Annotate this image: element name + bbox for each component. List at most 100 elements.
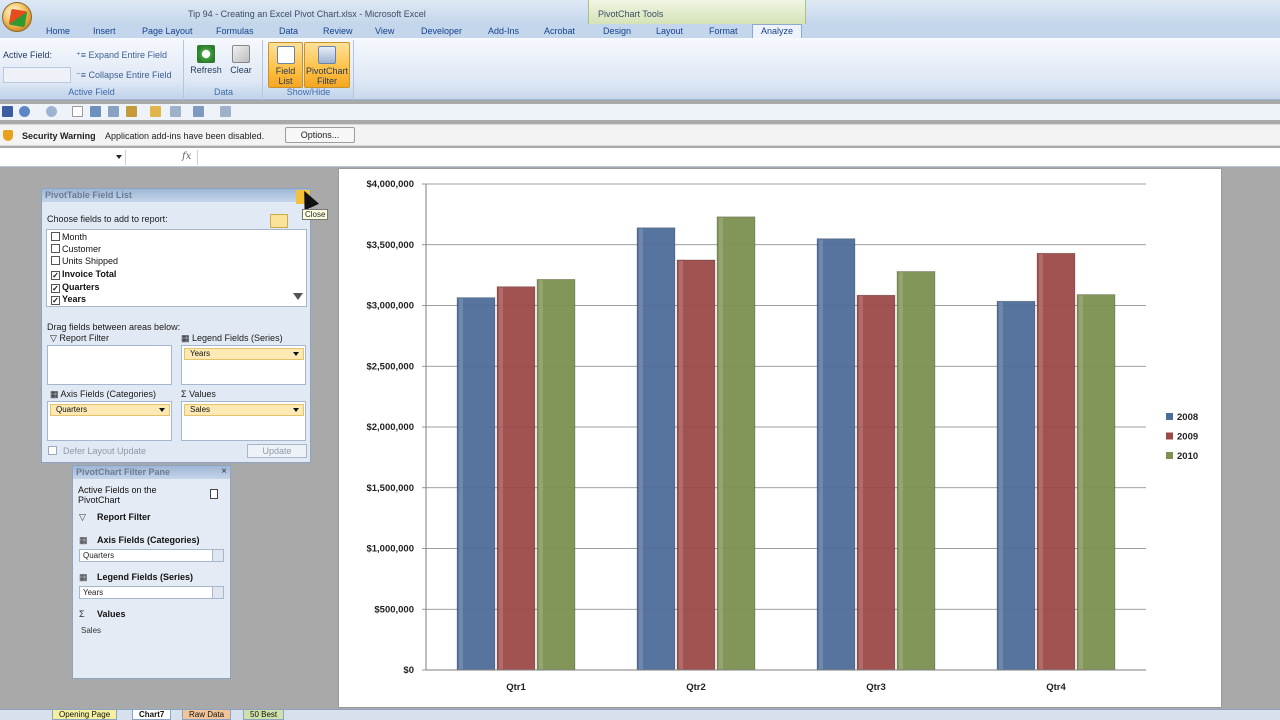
office-button[interactable] <box>2 2 32 32</box>
function-icon[interactable]: fx <box>182 151 191 162</box>
name-box[interactable] <box>0 150 126 165</box>
checkbox-checked[interactable]: ✓ <box>51 271 60 280</box>
new-icon[interactable] <box>72 106 83 117</box>
field-item-month[interactable]: Month <box>51 231 87 243</box>
field-item-label: Month <box>62 232 88 242</box>
tab-format[interactable]: Format <box>709 26 738 36</box>
checkbox[interactable] <box>51 232 60 241</box>
tab-data[interactable]: Data <box>279 26 298 36</box>
pivot-chart[interactable]: $0 $500,000 $1,000,000 $1,500,000 $2,000,000… <box>338 168 1222 708</box>
axis-fields-dropdown[interactable]: Quarters <box>79 549 224 562</box>
expand-entire-field-button[interactable]: ⁺≡ Expand Entire Field <box>76 50 167 61</box>
bar-highlight <box>459 298 463 669</box>
checkbox-checked[interactable]: ✓ <box>51 284 60 293</box>
y-tick-label: $0 <box>403 665 414 676</box>
tab-home[interactable]: Home <box>46 26 70 36</box>
table-icon: ▦ <box>181 333 193 343</box>
spelling-icon[interactable] <box>90 106 101 117</box>
format-icon[interactable] <box>193 106 204 117</box>
close-icon[interactable]: × <box>221 466 227 477</box>
shield-icon <box>3 130 13 141</box>
filter-icon: ▽ <box>79 512 86 522</box>
fp-axis-fields-label: Axis Fields (Categories) <box>97 535 200 545</box>
x-tick-label: Qtr1 <box>506 682 526 693</box>
context-tools-title: PivotChart Tools <box>598 9 664 19</box>
axis-field-item[interactable]: Quarters <box>50 404 170 416</box>
fp-legend-fields-header: ▦ Legend Fields (Series) <box>79 572 193 583</box>
expand-icon: ⁺≡ <box>76 50 89 60</box>
report-filter-area[interactable] <box>47 345 172 385</box>
options-button[interactable]: Options... <box>285 127 355 143</box>
tab-layout[interactable]: Layout <box>656 26 683 36</box>
pin-icon[interactable] <box>210 489 218 499</box>
field-list-button[interactable]: Field List <box>268 42 303 88</box>
values-area[interactable]: Sales <box>181 401 306 441</box>
save-icon[interactable] <box>2 106 13 117</box>
collapse-entire-field-button[interactable]: ⁻≡ Collapse Entire Field <box>76 70 172 81</box>
refresh-button[interactable]: Refresh <box>188 42 224 86</box>
tab-view[interactable]: View <box>375 26 394 36</box>
open-icon[interactable] <box>150 106 161 117</box>
values-field-item[interactable]: Sales <box>184 404 304 416</box>
bar-highlight <box>1079 295 1083 669</box>
tab-formulas[interactable]: Formulas <box>216 26 254 36</box>
refresh-icon <box>197 45 215 63</box>
legend-swatch-2010 <box>1166 452 1173 459</box>
redo-icon[interactable] <box>46 106 57 117</box>
y-tick-label: $3,000,000 <box>366 301 414 312</box>
sheet-tab-50-best[interactable]: 50 Best <box>243 710 285 720</box>
tab-design[interactable]: Design <box>603 26 631 36</box>
tab-developer[interactable]: Developer <box>421 26 462 36</box>
sort-icon[interactable] <box>108 106 119 117</box>
field-item-invoice-total[interactable]: ✓ Invoice Total <box>51 268 116 280</box>
sheet-tab-chart7[interactable]: Chart7 <box>132 710 172 720</box>
filter-icon[interactable] <box>293 293 303 300</box>
print-preview-icon[interactable] <box>126 106 137 117</box>
field-list-layout-button[interactable] <box>270 214 288 228</box>
y-tick-label: $3,500,000 <box>366 240 414 251</box>
list-icon[interactable] <box>170 106 181 117</box>
tab-insert[interactable]: Insert <box>93 26 116 36</box>
group-active-field-label: Active Field <box>0 87 183 98</box>
legend-field-item[interactable]: Years <box>184 348 304 360</box>
defer-layout-update[interactable]: Defer Layout Update <box>48 446 146 456</box>
axis-fields-area[interactable]: Quarters <box>47 401 172 441</box>
chevron-down-icon[interactable] <box>212 550 223 561</box>
checkbox[interactable] <box>51 256 60 265</box>
legend-fields-area[interactable]: Years <box>181 345 306 385</box>
pivotchart-filter-button[interactable]: PivotChart Filter <box>304 42 350 88</box>
active-fields-label: Active Fields on the PivotChart <box>78 485 157 505</box>
sigma-icon: Σ <box>181 389 190 399</box>
legend-fields-dropdown[interactable]: Years <box>79 586 224 599</box>
y-tick-label: $1,500,000 <box>366 483 414 494</box>
clear-button[interactable]: Clear <box>225 42 257 86</box>
sheet-tab-opening-page[interactable]: Opening Page <box>52 710 118 720</box>
field-item-units-shipped[interactable]: Units Shipped <box>51 255 118 267</box>
fp-values-item: Sales <box>81 626 102 635</box>
customize-icon[interactable] <box>220 106 231 117</box>
checkbox-checked[interactable]: ✓ <box>51 296 60 305</box>
field-list-title: PivotTable Field List <box>45 190 132 200</box>
close-tooltip: Close <box>302 209 329 220</box>
tab-acrobat[interactable]: Acrobat <box>544 26 575 36</box>
checkbox[interactable] <box>51 244 60 253</box>
update-button[interactable]: Update <box>247 444 307 458</box>
tab-analyze[interactable]: Analyze <box>752 24 803 39</box>
sheet-tab-raw-data[interactable]: Raw Data <box>182 710 232 720</box>
tab-add-ins[interactable]: Add-Ins <box>488 26 519 36</box>
group-show-hide-label: Show/Hide <box>264 87 353 98</box>
field-item-customer[interactable]: Customer <box>51 243 101 255</box>
field-item-years[interactable]: ✓ Years <box>51 293 86 305</box>
refresh-label: Refresh <box>190 65 222 75</box>
tab-page-layout[interactable]: Page Layout <box>142 26 193 36</box>
filter-icon[interactable] <box>212 587 223 598</box>
values-field-label: Sales <box>190 405 211 414</box>
formula-input[interactable] <box>197 150 1280 165</box>
checkbox[interactable] <box>48 446 57 455</box>
field-item-quarters[interactable]: ✓ Quarters <box>51 281 100 293</box>
legend-fields-label: Legend Fields (Series) <box>192 333 283 343</box>
active-field-input[interactable] <box>3 67 71 83</box>
undo-icon[interactable] <box>19 106 30 117</box>
tab-review[interactable]: Review <box>323 26 353 36</box>
chevron-down-icon <box>293 352 299 356</box>
